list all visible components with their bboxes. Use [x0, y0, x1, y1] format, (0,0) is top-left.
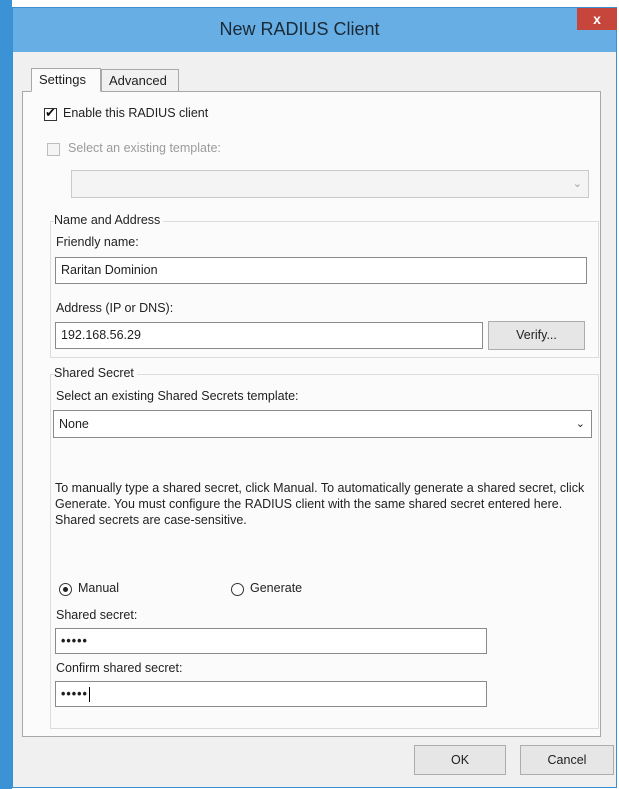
- chevron-down-icon: ⌄: [575, 418, 585, 430]
- ok-button[interactable]: OK: [414, 745, 506, 775]
- chevron-down-icon: ⌄: [572, 178, 582, 190]
- checkmark-icon: ✔: [45, 105, 56, 120]
- secret-template-label: Select an existing Shared Secrets templa…: [56, 389, 299, 403]
- enable-client-checkbox[interactable]: ✔: [44, 105, 57, 121]
- shared-secret-field[interactable]: •••••: [55, 628, 487, 654]
- name-address-heading: Name and Address: [54, 213, 164, 227]
- tab-settings[interactable]: Settings: [31, 68, 101, 92]
- tab-settings-label: Settings: [39, 72, 86, 87]
- existing-template-checkbox[interactable]: [47, 143, 60, 156]
- text-cursor: [88, 687, 90, 703]
- close-icon: x: [593, 11, 601, 27]
- address-label: Address (IP or DNS):: [56, 301, 174, 315]
- secret-template-select[interactable]: None ⌄: [53, 410, 592, 438]
- generate-radio[interactable]: [231, 583, 244, 596]
- cancel-button[interactable]: Cancel: [520, 745, 614, 775]
- manual-radio-label: Manual: [78, 581, 119, 595]
- existing-template-select[interactable]: ⌄: [71, 170, 589, 198]
- shared-secret-description: To manually type a shared secret, click …: [55, 481, 585, 527]
- generate-radio-label: Generate: [250, 581, 303, 595]
- dialog-title: New RADIUS Client: [219, 19, 380, 39]
- manual-radio[interactable]: [59, 583, 72, 596]
- tab-advanced[interactable]: Advanced: [101, 69, 179, 93]
- confirm-secret-value: •••••: [61, 687, 88, 701]
- shared-secret-label: Shared secret:: [56, 608, 138, 622]
- window-edge: [0, 0, 12, 789]
- confirm-secret-field[interactable]: •••••: [55, 681, 487, 707]
- verify-button[interactable]: Verify...: [488, 321, 585, 350]
- enable-client-label: Enable this RADIUS client: [63, 106, 209, 120]
- friendly-name-label: Friendly name:: [56, 235, 139, 249]
- tab-advanced-label: Advanced: [109, 73, 167, 88]
- existing-template-label: Select an existing template:: [68, 141, 221, 155]
- close-button[interactable]: x: [577, 8, 617, 30]
- title-bar[interactable]: New RADIUS Client x: [13, 8, 617, 52]
- secret-template-value: None: [59, 417, 89, 431]
- address-field[interactable]: 192.168.56.29: [55, 322, 483, 349]
- friendly-name-field[interactable]: Raritan Dominion: [55, 257, 587, 284]
- radio-selected-dot: [63, 587, 68, 592]
- shared-secret-heading: Shared Secret: [54, 366, 137, 380]
- confirm-secret-label: Confirm shared secret:: [56, 661, 183, 675]
